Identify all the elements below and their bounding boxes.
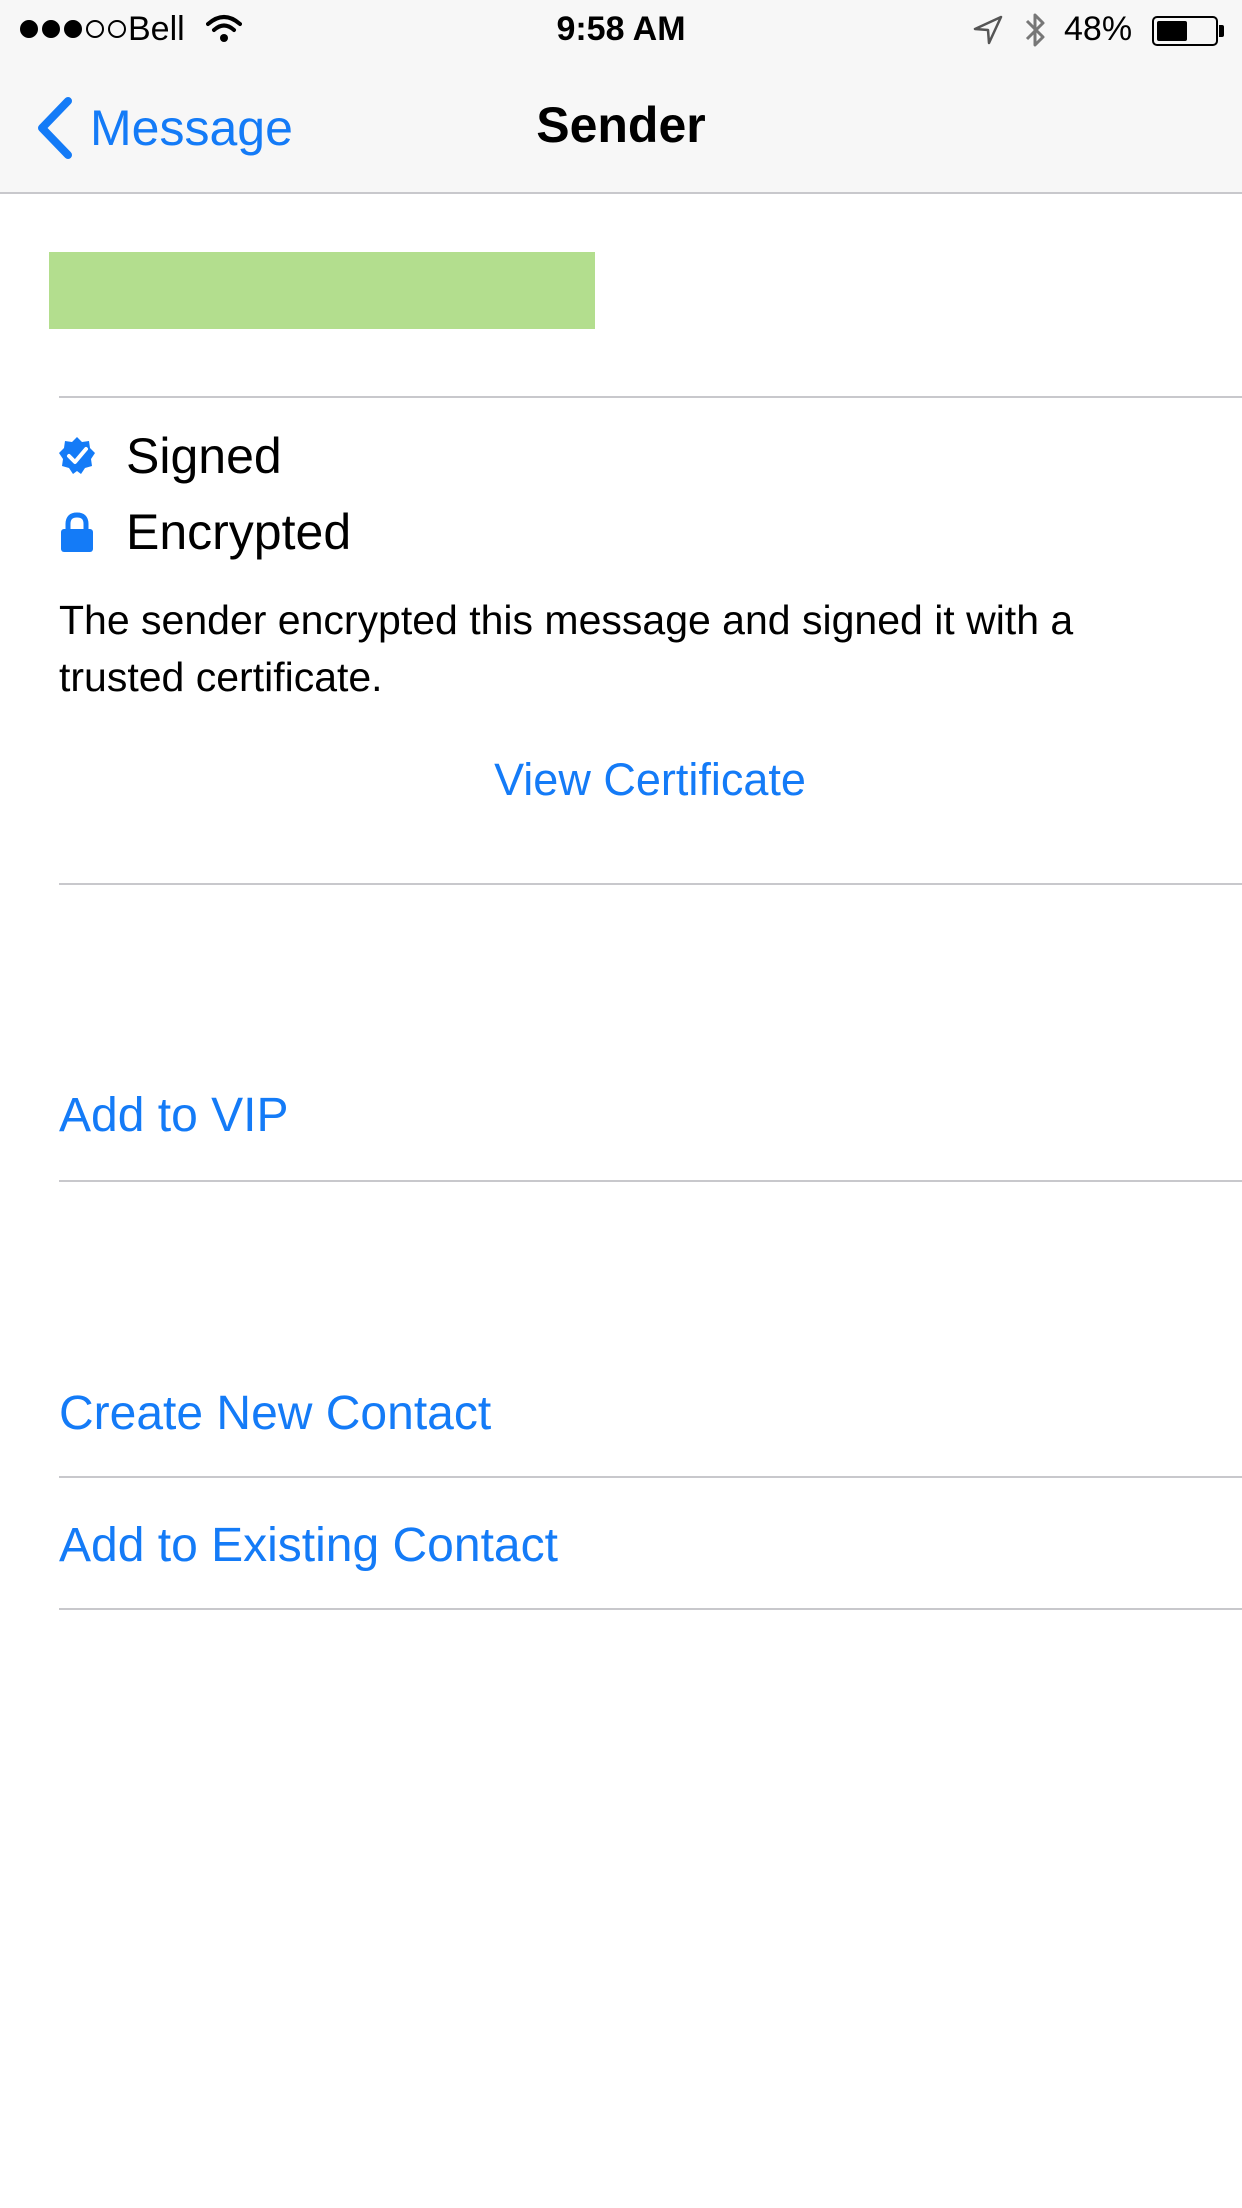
verified-badge-icon — [59, 437, 95, 474]
divider — [59, 1608, 1242, 1610]
status-time: 9:58 AM — [556, 10, 686, 48]
status-bar: Bell 9:58 AM 48% — [0, 0, 1242, 60]
lock-icon — [61, 512, 93, 552]
divider — [59, 396, 1242, 398]
create-new-contact-button[interactable]: Create New Contact — [59, 1386, 491, 1441]
signed-row: Signed — [58, 424, 282, 488]
add-to-existing-contact-button[interactable]: Add to Existing Contact — [59, 1518, 558, 1573]
signed-label: Signed — [126, 428, 282, 484]
location-arrow-icon — [973, 15, 1003, 45]
battery-tip — [1219, 25, 1224, 37]
encrypted-label: Encrypted — [126, 504, 352, 560]
divider — [59, 883, 1242, 885]
battery-icon — [1152, 16, 1218, 46]
battery-percentage: 48% — [1064, 10, 1133, 48]
divider — [59, 1476, 1242, 1478]
header: Bell 9:58 AM 48% Message Sender — [0, 0, 1242, 194]
battery-level-fill — [1157, 21, 1187, 41]
bluetooth-icon — [1025, 13, 1045, 47]
view-certificate-link[interactable]: View Certificate — [0, 754, 1242, 806]
add-to-vip-button[interactable]: Add to VIP — [59, 1088, 288, 1143]
security-description: The sender encrypted this message and si… — [59, 597, 1074, 700]
page-title: Sender — [536, 97, 706, 153]
navigation-bar: Message Sender — [0, 60, 1242, 192]
encrypted-row: Encrypted — [58, 500, 351, 564]
redacted-sender-name — [49, 252, 595, 329]
divider — [59, 1180, 1242, 1182]
